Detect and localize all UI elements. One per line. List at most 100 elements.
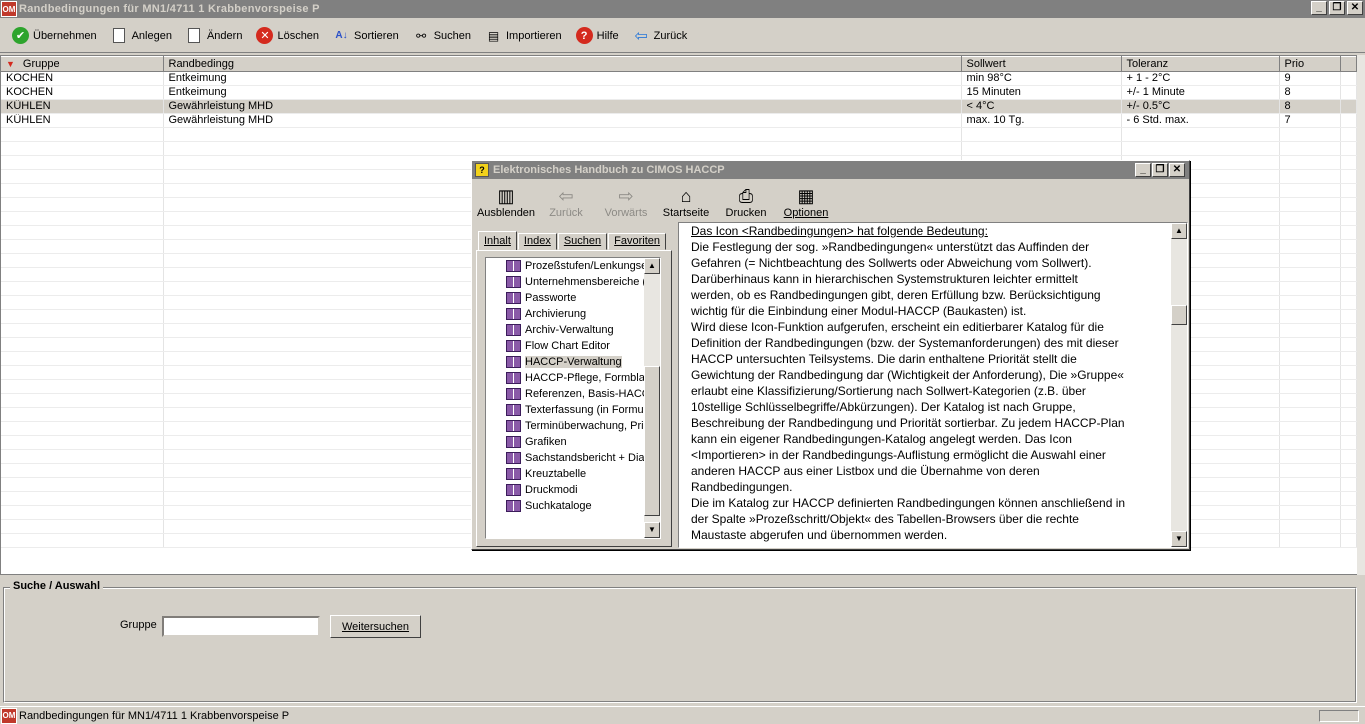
help-paragraph-line: Definition der Randbedingungen (bzw. der… (691, 336, 1119, 350)
tree-item[interactable]: Unternehmensbereiche (l (486, 274, 649, 290)
tree-item[interactable]: Archiv-Verwaltung (486, 322, 646, 338)
tab-suchen[interactable]: Suchen (557, 233, 608, 250)
tree-item[interactable]: Suchkataloge (486, 498, 646, 514)
hilfe-button[interactable]: ? Hilfe (575, 27, 619, 44)
help-icon: ? (575, 27, 593, 44)
tree-item[interactable]: Terminüberwachung, Pric (486, 418, 649, 434)
restore-button[interactable]: ❐ (1329, 1, 1345, 15)
scroll-down-icon[interactable]: ▼ (1171, 531, 1187, 547)
column-header-toleranz[interactable]: Toleranz (1121, 56, 1280, 72)
tree-item[interactable]: Kreuztabelle (486, 466, 646, 482)
help-close-button[interactable]: ✕ (1169, 163, 1185, 177)
search-legend: Suche / Auswahl (10, 580, 104, 592)
help-minimize-button[interactable]: _ (1135, 163, 1151, 177)
help-content-pane[interactable]: Das Icon <Randbedingungen> hat folgende … (678, 222, 1188, 548)
tree-item[interactable]: Flow Chart Editor (486, 338, 646, 354)
main-titlebar[interactable]: OM Randbedingungen für MN1/4711 1 Krabbe… (0, 0, 1365, 18)
sort-desc-icon: ▼ (6, 59, 15, 69)
statusbar: OM Randbedingungen für MN1/4711 1 Krabbe… (0, 706, 1365, 724)
suchen-button[interactable]: ⚯ Suchen (413, 27, 471, 44)
column-header-gruppe[interactable]: ▼ Gruppe (1, 56, 164, 72)
printer-icon: ⎙ (738, 186, 754, 206)
column-header-prio[interactable]: Prio (1279, 56, 1341, 72)
help-forward-button[interactable]: ⇨ Vorwärts (596, 185, 656, 219)
help-window-controls: _ ❐ ✕ (1135, 163, 1185, 177)
edit-document-icon (186, 27, 203, 44)
minimize-button[interactable]: _ (1311, 1, 1327, 15)
grid-scrollbar[interactable] (1357, 55, 1365, 575)
scroll-down-icon[interactable]: ▼ (644, 522, 660, 538)
binoculars-icon: ⚯ (416, 28, 427, 43)
book-icon (506, 276, 521, 288)
tree-item[interactable]: Referenzen, Basis-HACC (486, 386, 650, 402)
cell-sollwert: max. 10 Tg. (961, 113, 1122, 128)
tree-scroll-thumb[interactable] (644, 366, 660, 516)
scroll-up-icon[interactable]: ▲ (644, 258, 660, 274)
zuruck-label: Zurück (653, 29, 688, 42)
ubernehmen-button[interactable]: ✔ Übernehmen (12, 27, 97, 44)
forward-icon: ⇨ (618, 186, 634, 206)
anlegen-label: Anlegen (131, 29, 172, 42)
scroll-up-icon[interactable]: ▲ (1171, 223, 1187, 239)
close-button[interactable]: ✕ (1347, 1, 1363, 15)
tree-item[interactable]: Prozeßstufen/Lenkungse (486, 258, 647, 274)
help-scroll-thumb[interactable] (1171, 305, 1187, 325)
ausblenden-button[interactable]: ▥ Ausblenden (476, 185, 536, 219)
hide-pane-icon: ▥ (497, 186, 515, 206)
table-row[interactable]: KOCHEN Entkeimung 15 Minuten +/- 1 Minut… (1, 85, 1357, 100)
table-row-selected[interactable]: KÜHLEN Gewährleistung MHD < 4°C +/- 0.5°… (1, 99, 1357, 114)
column-header-randbedingg[interactable]: Randbedingg (163, 56, 962, 72)
empty-row (1, 127, 1357, 142)
importieren-button[interactable]: ▤ Importieren (485, 27, 562, 44)
help-forward-label: Vorwärts (604, 207, 648, 219)
contents-tree[interactable]: Prozeßstufen/Lenkungse Unternehmensberei… (485, 257, 661, 539)
gruppe-search-input[interactable] (162, 616, 320, 637)
help-paragraph-line: anderen HACCP aus einer Listbox und die … (691, 464, 1040, 478)
weitersuchen-button[interactable]: Weitersuchen (330, 615, 421, 638)
loschen-button[interactable]: ✕ Löschen (256, 27, 319, 44)
tree-item-selected[interactable]: HACCP-Verwaltung (486, 354, 646, 370)
tab-index[interactable]: Index (517, 233, 557, 250)
help-titlebar[interactable]: ? Elektronisches Handbuch zu CIMOS HACCP… (472, 161, 1189, 179)
help-book-icon: ? (475, 163, 489, 177)
cell-prio: 9 (1279, 71, 1341, 86)
app-logo-icon: OM (1, 707, 17, 724)
help-paragraph-line: werden, ob es Randbedingungen gibt, dere… (691, 288, 1101, 302)
gruppe-field-label: Gruppe (120, 619, 157, 631)
help-paragraph-line: Darüberhinaus kann in hierarchischen Sys… (691, 272, 1078, 286)
tree-item[interactable]: Texterfassung (in Formula (486, 402, 652, 418)
tree-item[interactable]: Grafiken (486, 434, 646, 450)
tab-inhalt[interactable]: Inhalt (478, 231, 517, 251)
table-row[interactable]: KÜHLEN Gewährleistung MHD max. 10 Tg. - … (1, 113, 1357, 128)
book-icon (506, 468, 521, 480)
status-panel (1319, 710, 1359, 722)
sortieren-button[interactable]: A↓ Sortieren (333, 27, 398, 44)
main-toolbar: ✔ Übernehmen Anlegen Ändern ✕ Löschen A↓… (0, 19, 1365, 53)
zuruck-button[interactable]: ⇦ Zurück (633, 27, 688, 45)
drucken-button[interactable]: ⎙ Drucken (716, 185, 776, 219)
anlegen-button[interactable]: Anlegen (111, 27, 172, 44)
book-icon (506, 436, 521, 448)
help-restore-button[interactable]: ❐ (1152, 163, 1168, 177)
help-window-title: Elektronisches Handbuch zu CIMOS HACCP (493, 164, 725, 176)
tree-item[interactable]: Sachstandsbericht + Diag (486, 450, 651, 466)
optionen-button[interactable]: ▦ Optionen (776, 185, 836, 219)
help-content-scrollbar[interactable]: ▲ ▼ (1171, 223, 1187, 547)
tree-scrollbar[interactable]: ▲ ▼ (644, 258, 660, 538)
tree-item[interactable]: Passworte (486, 290, 646, 306)
startseite-button[interactable]: ⌂ Startseite (656, 185, 716, 219)
help-toolbar: ▥ Ausblenden ⇦ Zurück ⇨ Vorwärts ⌂ Start… (472, 179, 1189, 219)
andern-button[interactable]: Ändern (186, 27, 242, 44)
help-back-button[interactable]: ⇦ Zurück (536, 185, 596, 219)
options-icon: ▦ (797, 186, 815, 206)
tree-item[interactable]: Archivierung (486, 306, 646, 322)
table-row[interactable]: KOCHEN Entkeimung min 98°C + 1 - 2°C 9 (1, 71, 1357, 86)
tree-item[interactable]: Druckmodi (486, 482, 646, 498)
column-header-sollwert[interactable]: Sollwert (961, 56, 1122, 72)
help-paragraph-line: Gewichtung der Randbedingung dar (Wichti… (691, 368, 1124, 382)
new-document-icon (111, 27, 128, 44)
status-text: Randbedingungen für MN1/4711 1 Krabbenvo… (19, 709, 290, 722)
tab-favoriten[interactable]: Favoriten (608, 233, 667, 250)
tree-item[interactable]: HACCP-Pflege, Formblatt (486, 370, 651, 386)
help-window[interactable]: ? Elektronisches Handbuch zu CIMOS HACCP… (471, 160, 1190, 550)
